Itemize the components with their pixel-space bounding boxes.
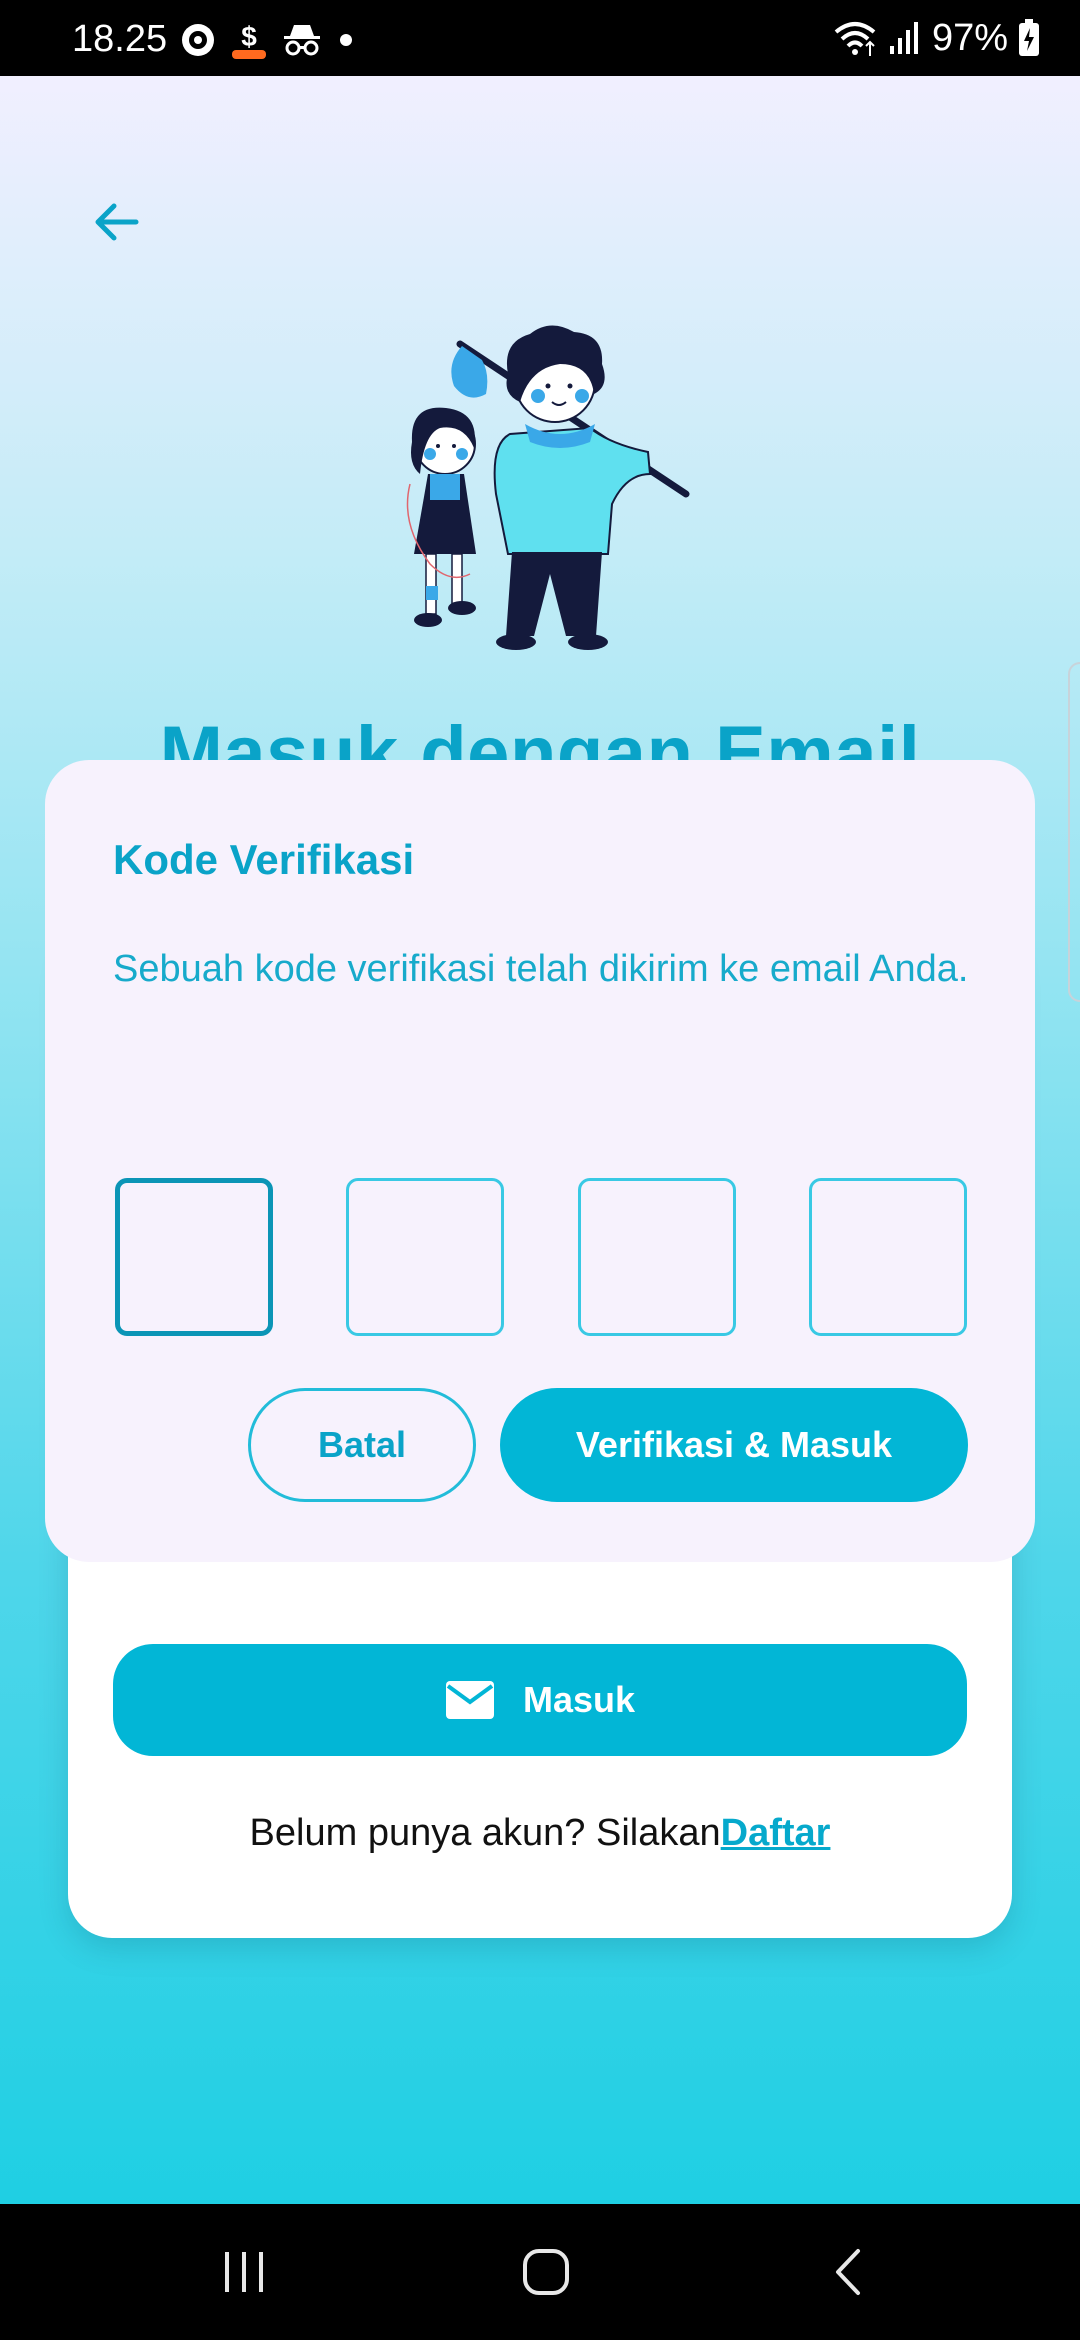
- dialog-title: Kode Verifikasi: [113, 836, 415, 883]
- target-icon: [182, 24, 214, 56]
- svg-text:$: $: [241, 21, 257, 52]
- code-digit-1[interactable]: [115, 1178, 273, 1336]
- app-screen: Masuk dengan Email Masuk Belum punya aku…: [0, 76, 1080, 2204]
- code-digit-3[interactable]: [577, 1178, 736, 1336]
- incognito-icon: [284, 25, 320, 56]
- recents-icon: [225, 2252, 263, 2292]
- cancel-button[interactable]: Batal: [248, 1388, 476, 1502]
- status-icons-right: 97%: [832, 16, 1040, 60]
- home-button[interactable]: [506, 2232, 586, 2312]
- status-time: 18.25: [72, 18, 168, 60]
- arrow-left-icon: [95, 203, 139, 241]
- code-digit-2[interactable]: [346, 1178, 505, 1336]
- back-nav-icon: [836, 2249, 860, 2295]
- wifi-icon: [834, 22, 876, 56]
- status-icons-left: $: [180, 20, 356, 60]
- navigation-bar: [0, 2204, 1080, 2340]
- edge-panel-handle[interactable]: [1068, 662, 1080, 1002]
- login-button[interactable]: Masuk: [113, 1644, 967, 1756]
- code-input-row: [115, 1178, 967, 1336]
- illustration: [406, 325, 690, 650]
- verify-button-label: Verifikasi & Masuk: [575, 1424, 893, 1465]
- register-prompt-text: Belum punya akun? Silakan: [249, 1812, 721, 1854]
- register-prompt: Belum punya akun? SilakanDaftar: [68, 1812, 1012, 1855]
- back-button[interactable]: [80, 186, 152, 258]
- battery-charging-icon: [1019, 19, 1039, 56]
- signal-icon: [889, 22, 918, 54]
- verify-login-button[interactable]: Verifikasi & Masuk: [500, 1388, 968, 1502]
- register-link[interactable]: Daftar: [721, 1812, 831, 1854]
- status-bar: 18.25 $ 97%: [0, 0, 1080, 76]
- code-digit-4[interactable]: [808, 1178, 967, 1336]
- cancel-button-label: Batal: [317, 1424, 407, 1465]
- login-button-label: Masuk: [522, 1679, 636, 1720]
- home-icon: [523, 2249, 569, 2295]
- recents-button[interactable]: [204, 2232, 284, 2312]
- dialog-message: Sebuah kode verifikasi telah dikirim ke …: [113, 948, 969, 990]
- dot-icon: [340, 34, 352, 46]
- back-nav-button[interactable]: [808, 2232, 888, 2312]
- battery-percent: 97%: [931, 16, 1008, 59]
- dollar-badge-icon: $: [232, 21, 266, 59]
- mail-icon: [445, 1681, 494, 1719]
